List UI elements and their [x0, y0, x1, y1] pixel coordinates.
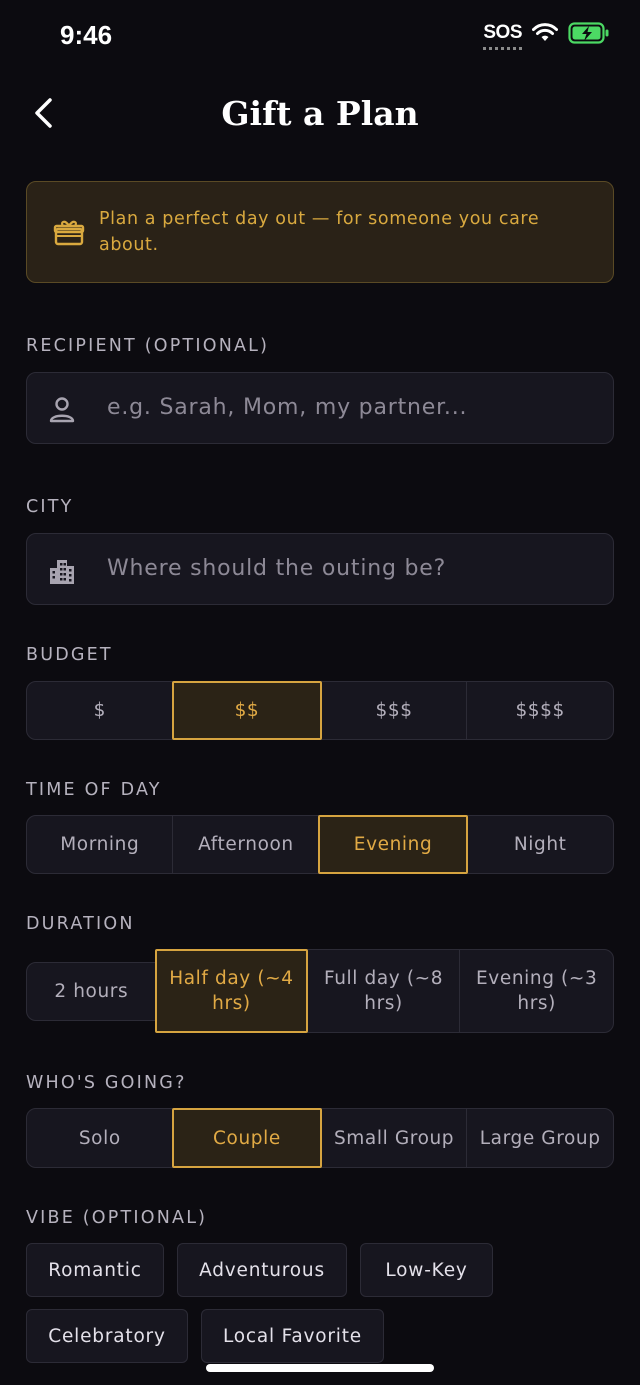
home-indicator[interactable] [206, 1364, 434, 1372]
person-icon [49, 397, 75, 423]
duration-option-evening[interactable]: Evening (~3 hrs) [459, 949, 614, 1033]
vibe-chip-local-favorite[interactable]: Local Favorite [201, 1309, 384, 1363]
budget-option-3[interactable]: $$$ [320, 681, 468, 740]
time-option-morning[interactable]: Morning [26, 815, 174, 874]
time-option-night[interactable]: Night [466, 815, 614, 874]
page-title: Gift a Plan [221, 94, 419, 133]
duration-label: DURATION [26, 914, 135, 934]
time-option-afternoon[interactable]: Afternoon [172, 815, 320, 874]
vibe-chip-low-key[interactable]: Low-Key [360, 1243, 493, 1297]
budget-option-2[interactable]: $$ [172, 681, 322, 740]
city-placeholder: Where should the outing be? [107, 556, 447, 581]
battery-charging-icon [568, 22, 609, 44]
group-option-solo[interactable]: Solo [26, 1108, 174, 1168]
city-label: CITY [26, 497, 74, 517]
group-option-large-group[interactable]: Large Group [466, 1108, 614, 1168]
gift-icon [53, 220, 85, 246]
nav-bar: Gift a Plan [0, 80, 640, 150]
recipient-label: RECIPIENT (OPTIONAL) [26, 336, 270, 356]
vibe-chip-romantic[interactable]: Romantic [26, 1243, 164, 1297]
whos-going-label: WHO'S GOING? [26, 1073, 187, 1093]
duration-option-full-day[interactable]: Full day (~8 hrs) [306, 949, 461, 1033]
banner-text: Plan a perfect day out — for someone you… [99, 209, 540, 255]
status-bar: 9:46 SOS [0, 0, 640, 70]
vibe-chip-celebratory[interactable]: Celebratory [26, 1309, 188, 1363]
recipient-input[interactable]: e.g. Sarah, Mom, my partner... [26, 372, 614, 444]
info-banner: Plan a perfect day out — for someone you… [26, 181, 614, 283]
group-option-couple[interactable]: Couple [172, 1108, 322, 1168]
whos-going-selector: Solo Couple Small Group Large Group [26, 1108, 614, 1168]
duration-option-2-hours[interactable]: 2 hours [26, 961, 157, 1021]
budget-label: BUDGET [26, 645, 113, 665]
time-of-day-selector: Morning Afternoon Evening Night [26, 815, 614, 874]
buildings-icon [50, 560, 74, 584]
sos-label: SOS [483, 22, 522, 43]
wifi-icon [532, 23, 558, 41]
budget-option-1[interactable]: $ [26, 681, 174, 740]
group-option-small-group[interactable]: Small Group [320, 1108, 468, 1168]
recipient-placeholder: e.g. Sarah, Mom, my partner... [107, 395, 468, 420]
status-time: 9:46 [60, 20, 113, 50]
sos-indicator: SOS [483, 22, 522, 50]
budget-option-4[interactable]: $$$$ [466, 681, 614, 740]
duration-option-half-day[interactable]: Half day (~4 hrs) [155, 949, 308, 1033]
vibe-chip-adventurous[interactable]: Adventurous [177, 1243, 347, 1297]
vibe-label: VIBE (OPTIONAL) [26, 1208, 208, 1228]
duration-selector: 2 hours Half day (~4 hrs) Full day (~8 h… [26, 949, 614, 1033]
status-indicators: SOS [483, 22, 610, 50]
budget-selector: $ $$ $$$ $$$$ [26, 681, 614, 740]
city-input[interactable]: Where should the outing be? [26, 533, 614, 605]
time-option-evening[interactable]: Evening [318, 815, 468, 874]
time-of-day-label: TIME OF DAY [26, 780, 162, 800]
